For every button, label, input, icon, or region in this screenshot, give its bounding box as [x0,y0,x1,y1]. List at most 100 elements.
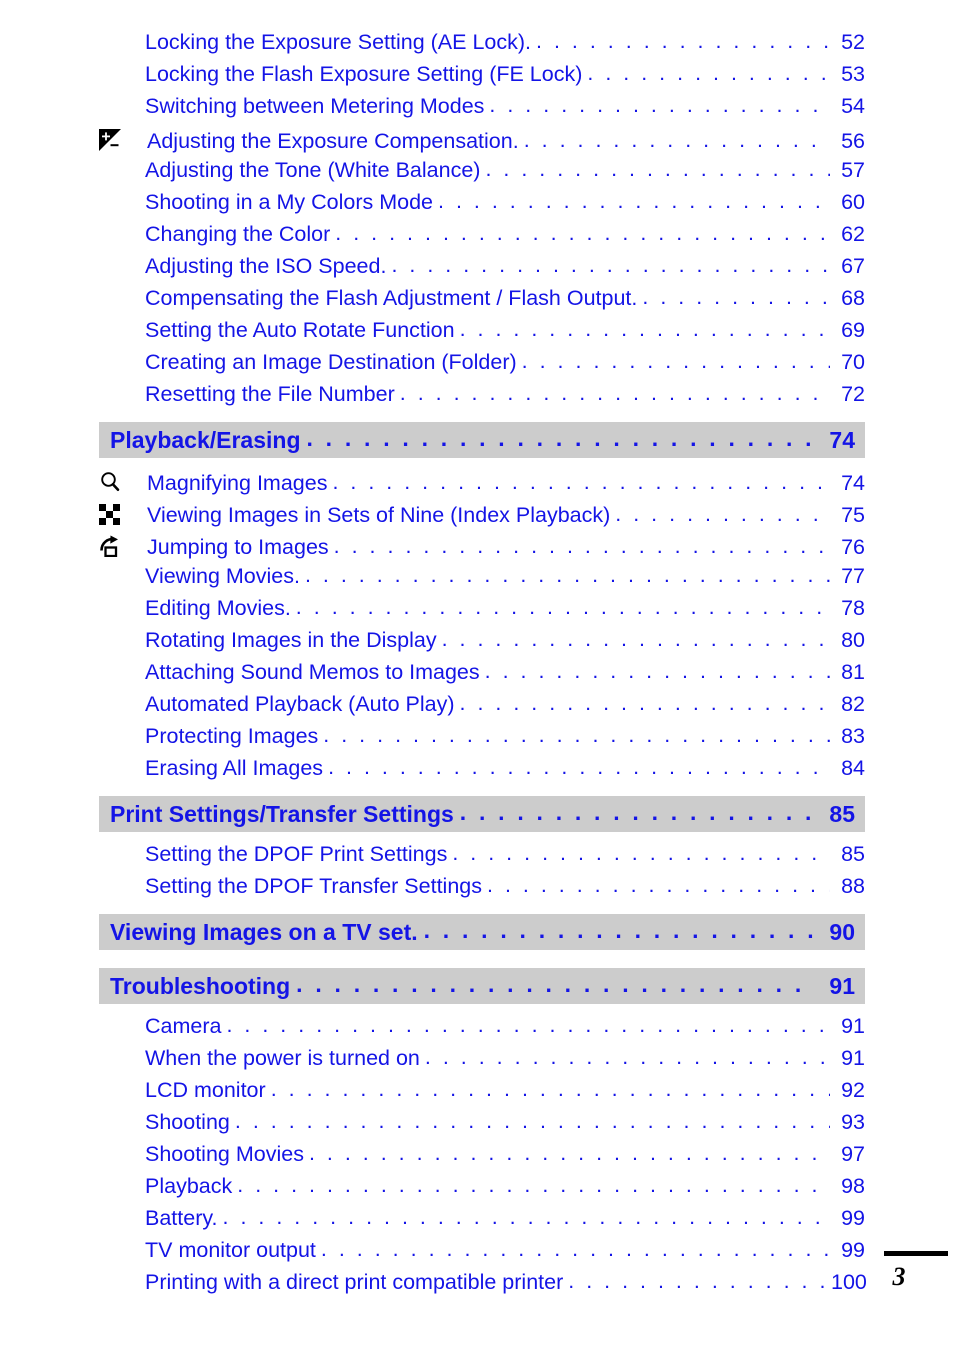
toc-entry-page-number: 62 [841,222,865,246]
toc-entry[interactable]: Jumping to Images. . . . . . . . . . . .… [99,532,865,564]
toc-entry[interactable]: Magnifying Images. . . . . . . . . . . .… [99,468,865,500]
toc-entry-label: Adjusting the Exposure Compensation. [147,129,519,153]
toc-entry-page-number: 52 [841,30,865,54]
toc-entry[interactable]: Adjusting the Tone (White Balance). . . … [99,157,865,190]
leader-dots: . . . . . . . . . . . . . . . . . . . . … [399,381,830,405]
leader-dots: . . . . . . . . . . . . . . . . . . . . … [484,659,830,683]
toc-entry[interactable]: Changing the Color. . . . . . . . . . . … [99,221,865,254]
toc-entry[interactable]: Shooting in a My Colors Mode. . . . . . … [99,189,865,222]
toc-entry-label: Jumping to Images [147,535,329,559]
toc-section-header[interactable]: Viewing Images on a TV set.. . . . . . .… [99,914,865,950]
toc-entry-label: Changing the Color [145,222,331,246]
toc-section-header[interactable]: Print Settings/Transfer Settings. . . . … [99,796,865,832]
toc-entry[interactable]: When the power is turned on. . . . . . .… [99,1045,865,1078]
toc-entry-label: Viewing Images in Sets of Nine (Index Pl… [147,502,611,527]
toc-entry-label: Protecting Images [145,724,319,748]
leader-dots: . . . . . . . . . . . . . . . . . . . . … [306,424,814,451]
toc-section-title: Playback/Erasing [110,426,301,453]
toc-entry[interactable]: Protecting Images. . . . . . . . . . . .… [99,723,865,756]
leader-dots: . . . . . . . . . . . . . . . . . . . . … [237,1173,830,1197]
toc-entry-label: Switching between Metering Modes [145,94,485,118]
toc-entry[interactable]: Creating an Image Destination (Folder). … [99,349,865,382]
toc-entry-label: Attaching Sound Memos to Images [145,660,480,684]
toc-entry-label: Shooting in a My Colors Mode [145,190,434,214]
toc-entry-label: Adjusting the ISO Speed. [145,254,387,278]
toc-entry[interactable]: Shooting Movies. . . . . . . . . . . . .… [99,1141,865,1174]
exposure-compensation-icon [99,129,147,151]
page-marker-rule [884,1251,948,1256]
toc-entry-label: When the power is turned on [145,1046,420,1070]
toc-entry[interactable]: Locking the Exposure Setting (AE Lock)..… [99,29,865,62]
toc-entry-label: Setting the Auto Rotate Function [145,318,455,342]
leader-dots: . . . . . . . . . . . . . . . . . . . . … [536,29,830,53]
toc-entry[interactable]: Setting the Auto Rotate Function. . . . … [99,317,865,350]
leader-dots: . . . . . . . . . . . . . . . . . . . . … [323,723,830,747]
toc-entry[interactable]: Camera. . . . . . . . . . . . . . . . . … [99,1013,865,1046]
toc-entry-page-number: 99 [841,1238,865,1262]
toc-entry-page-number: 80 [841,628,865,652]
leader-dots: . . . . . . . . . . . . . . . . . . . . … [459,798,813,825]
toc-entry[interactable]: TV monitor output. . . . . . . . . . . .… [99,1237,865,1270]
toc-entry-label: Automated Playback (Auto Play) [145,692,455,716]
toc-entry[interactable]: Playback. . . . . . . . . . . . . . . . … [99,1173,865,1206]
leader-dots: . . . . . . . . . . . . . . . . . . . . … [304,563,830,587]
toc-entry-page-number: 99 [841,1206,865,1230]
toc-entry[interactable]: Automated Playback (Auto Play). . . . . … [99,691,865,724]
leader-dots: . . . . . . . . . . . . . . . . . . . . … [234,1109,830,1133]
toc-entry[interactable]: Switching between Metering Modes. . . . … [99,93,865,126]
leader-dots: . . . . . . . . . . . . . . . . . . . . … [459,691,830,715]
toc-section-header[interactable]: Troubleshooting. . . . . . . . . . . . .… [99,968,865,1004]
toc-entry[interactable]: Setting the DPOF Transfer Settings. . . … [99,873,865,906]
toc-entry[interactable]: Viewing Images in Sets of Nine (Index Pl… [99,500,865,532]
toc-entry-page-number: 70 [841,350,865,374]
table-of-contents: Locking the Exposure Setting (AE Lock)..… [99,29,867,1302]
toc-entry[interactable]: Setting the DPOF Print Settings. . . . .… [99,841,865,874]
page-number: 3 [892,1262,906,1291]
toc-section-title: Viewing Images on a TV set. [110,918,418,945]
leader-dots: . . . . . . . . . . . . . . . . . . . . … [438,189,830,213]
toc-section-title: Print Settings/Transfer Settings [110,800,454,827]
toc-entry-label: Setting the DPOF Transfer Settings [145,874,482,898]
toc-entry-label: Camera [145,1014,222,1038]
toc-entry-page-number: 81 [841,660,865,684]
toc-entry-page-number: 85 [841,842,865,866]
toc-entry-page-number: 92 [841,1078,865,1102]
toc-section-header[interactable]: Playback/Erasing. . . . . . . . . . . . … [99,422,865,458]
toc-entry[interactable]: Erasing All Images. . . . . . . . . . . … [99,755,865,788]
toc-entry[interactable]: Printing with a direct print compatible … [99,1269,867,1302]
toc-entry[interactable]: Attaching Sound Memos to Images. . . . .… [99,659,865,692]
leader-dots: . . . . . . . . . . . . . . . . . . . . … [587,61,830,85]
toc-entry-page-number: 82 [841,692,865,716]
toc-entry-page-number: 75 [841,502,865,527]
toc-entry[interactable]: Viewing Movies.. . . . . . . . . . . . .… [99,563,865,596]
toc-entry-label: Adjusting the Tone (White Balance) [145,158,481,182]
toc-entry-page-number: 56 [841,129,865,153]
toc-entry[interactable]: Battery.. . . . . . . . . . . . . . . . … [99,1205,865,1238]
toc-entry[interactable]: Rotating Images in the Display. . . . . … [99,627,865,660]
toc-entry[interactable]: Locking the Flash Exposure Setting (FE L… [99,61,865,94]
toc-entry[interactable]: Compensating the Flash Adjustment / Flas… [99,285,865,318]
toc-entry[interactable]: Editing Movies.. . . . . . . . . . . . .… [99,595,865,628]
leader-dots: . . . . . . . . . . . . . . . . . . . . … [642,285,830,309]
leader-dots: . . . . . . . . . . . . . . . . . . . . … [523,128,830,152]
leader-dots: . . . . . . . . . . . . . . . . . . . . … [270,1077,830,1101]
toc-entry[interactable]: Shooting. . . . . . . . . . . . . . . . … [99,1109,865,1142]
toc-entry-label: Creating an Image Destination (Folder) [145,350,517,374]
toc-entry-page-number: 88 [841,874,865,898]
leader-dots: . . . . . . . . . . . . . . . . . . . . … [328,755,830,779]
toc-entry-label: Compensating the Flash Adjustment / Flas… [145,286,638,310]
toc-entry-label: Editing Movies. [145,596,291,620]
toc-entry-page-number: 74 [841,471,865,495]
toc-entry-page-number: 91 [841,1014,865,1038]
toc-entry[interactable]: LCD monitor. . . . . . . . . . . . . . .… [99,1077,865,1110]
leader-dots: . . . . . . . . . . . . . . . . . . . . … [459,317,830,341]
toc-entry[interactable]: Resetting the File Number. . . . . . . .… [99,381,865,414]
toc-entry-page-number: 76 [841,535,865,559]
toc-entry[interactable]: Adjusting the Exposure Compensation.. . … [99,126,865,158]
leader-dots: . . . . . . . . . . . . . . . . . . . . … [568,1269,830,1293]
toc-page: Locking the Exposure Setting (AE Lock)..… [0,0,954,1345]
magnify-icon [99,471,147,493]
toc-entry[interactable]: Adjusting the ISO Speed.. . . . . . . . … [99,253,865,286]
